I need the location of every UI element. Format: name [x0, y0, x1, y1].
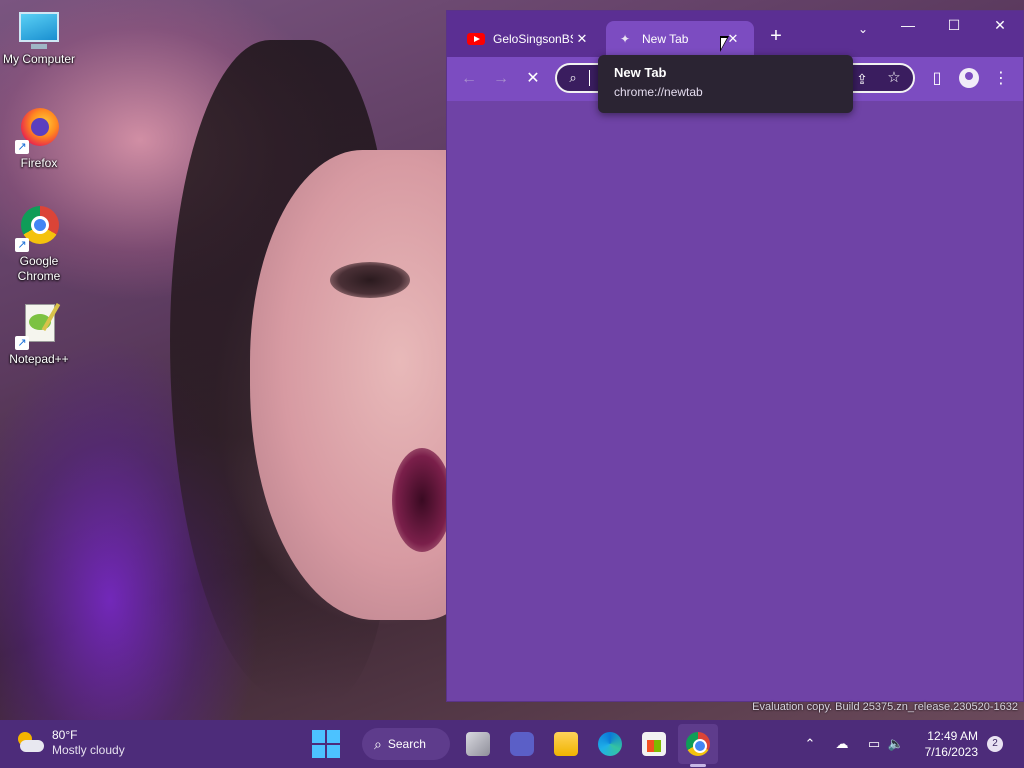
youtube-icon — [467, 33, 485, 45]
tab-close-icon[interactable]: ✕ — [573, 30, 591, 48]
volume-icon[interactable]: 🔈 — [884, 732, 908, 756]
newtab-icon: ✦ — [619, 32, 631, 46]
monitor-icon — [15, 12, 63, 60]
weather-widget[interactable]: 80°F Mostly cloudy — [16, 728, 125, 758]
shortcut-arrow-icon: ↗ — [15, 140, 29, 154]
wallpaper-lips — [392, 448, 452, 552]
search-icon: ⌕ — [569, 70, 577, 85]
chrome-icon: ↗ — [15, 204, 63, 252]
network-offline-icon[interactable]: ☁ — [830, 732, 854, 756]
text-caret — [589, 70, 590, 86]
close-window-button[interactable]: ✕ — [977, 11, 1023, 39]
desktop-icon-label: Google Chrome — [17, 254, 61, 283]
edge-icon[interactable] — [598, 732, 622, 756]
minimize-button[interactable]: — — [885, 11, 931, 39]
desktop-icon-label: Notepad++ — [9, 352, 69, 366]
firefox-icon: ↗ — [15, 106, 63, 154]
microsoft-store-icon[interactable] — [642, 732, 666, 756]
tab-strip: GeloSingsonBSC ✕ ✦ New Tab ✕ + ⌄ — ☐ ✕ — [447, 11, 1023, 57]
weather-temp: 80°F — [52, 728, 78, 742]
new-tab-button[interactable]: + — [765, 25, 787, 47]
page-content — [447, 101, 1023, 701]
shortcut-arrow-icon: ↗ — [15, 336, 29, 350]
active-indicator — [690, 764, 706, 767]
partly-cloudy-icon — [16, 732, 44, 754]
back-button[interactable]: ← — [457, 67, 481, 91]
tab-youtube[interactable]: GeloSingsonBSC ✕ — [455, 21, 603, 57]
meet-icon[interactable] — [510, 732, 534, 756]
desktop-icon-my-computer[interactable]: My Computer — [0, 12, 79, 67]
tab-hover-tooltip: New Tab chrome://newtab — [598, 55, 853, 113]
tab-new-tab[interactable]: ✦ New Tab ✕ — [606, 21, 754, 57]
tooltip-title: New Tab — [614, 65, 667, 80]
evaluation-watermark: Evaluation copy. Build 25375.zn_release.… — [752, 701, 1018, 713]
taskbar-search-label: Search — [387, 737, 426, 751]
desktop-icon-notepad-plus-plus[interactable]: ↗ Notepad++ — [0, 302, 79, 367]
windows-logo-pane — [312, 745, 325, 758]
display-icon[interactable]: ▭ — [862, 732, 886, 756]
shortcut-arrow-icon: ↗ — [15, 238, 29, 252]
desktop-icon-google-chrome[interactable]: ↗ Google Chrome — [0, 204, 79, 284]
start-button[interactable] — [312, 730, 340, 758]
show-hidden-icons-chevron-icon[interactable]: ⌃ — [798, 732, 822, 756]
task-view-icon[interactable] — [466, 732, 490, 756]
chrome-window: GeloSingsonBSC ✕ ✦ New Tab ✕ + ⌄ — ☐ ✕ ←… — [446, 10, 1024, 702]
windows-logo-pane — [312, 730, 325, 743]
stop-loading-button[interactable]: ✕ — [521, 67, 545, 91]
search-icon: ⌕ — [374, 735, 382, 752]
desktop-icon-label: Firefox — [20, 156, 58, 170]
windows-logo-pane — [327, 730, 340, 743]
chrome-menu-button[interactable]: ⋮ — [989, 67, 1013, 91]
notification-badge[interactable]: 2 — [987, 736, 1003, 752]
taskbar: 80°F Mostly cloudy ⌕ Search ⌃ ☁ ▭ 🔈 12:4… — [0, 720, 1024, 768]
forward-button[interactable]: → — [489, 67, 513, 91]
clock-date: 7/16/2023 — [924, 745, 978, 759]
side-panel-button[interactable]: ▯ — [925, 67, 949, 91]
tab-title: GeloSingsonBSC — [493, 32, 573, 46]
tooltip-url: chrome://newtab — [614, 85, 703, 99]
system-clock[interactable]: 12:49 AM 7/16/2023 — [918, 728, 978, 760]
maximize-button[interactable]: ☐ — [931, 11, 977, 39]
bookmark-star-icon[interactable]: ☆ — [885, 69, 903, 87]
desktop-icon-firefox[interactable]: ↗ Firefox — [0, 106, 79, 171]
tab-title: New Tab — [642, 32, 689, 46]
file-explorer-icon[interactable] — [554, 732, 578, 756]
share-icon[interactable]: ⇪ — [853, 70, 871, 88]
notepadpp-icon: ↗ — [15, 302, 63, 350]
mouse-cursor-fill — [721, 38, 727, 49]
profile-avatar-button[interactable] — [959, 68, 979, 88]
windows-logo-pane — [327, 745, 340, 758]
clock-time: 12:49 AM — [927, 729, 978, 743]
taskbar-search-button[interactable]: ⌕ Search — [362, 728, 450, 760]
wallpaper-eye — [330, 262, 410, 298]
chrome-taskbar-icon[interactable] — [686, 732, 710, 756]
tab-search-button[interactable]: ⌄ — [851, 17, 875, 41]
weather-condition: Mostly cloudy — [52, 743, 125, 757]
